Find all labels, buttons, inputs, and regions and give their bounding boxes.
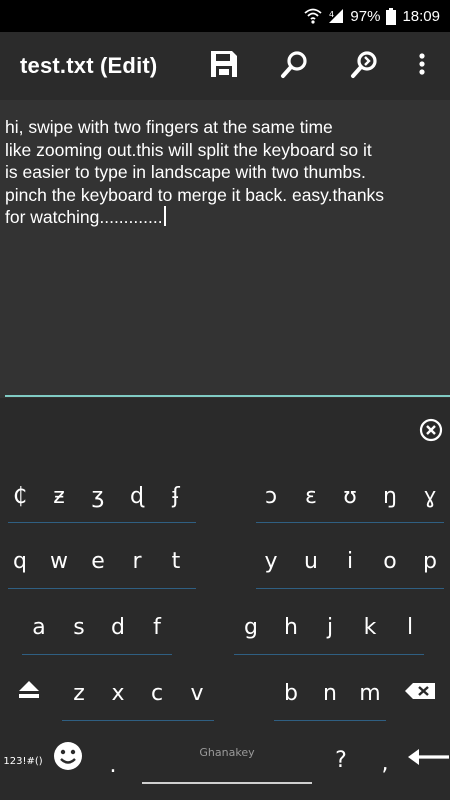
key-special[interactable]: ƶ [39,476,79,516]
space-bar-line [142,782,312,784]
search-icon [280,49,310,84]
key-special[interactable]: ʊ [330,476,370,516]
key-letter[interactable]: q [0,541,40,581]
key-letter[interactable]: h [271,607,311,647]
key-letter[interactable]: u [291,541,331,581]
search-next-icon [350,49,380,84]
close-keyboard-button[interactable] [419,418,443,442]
text-editor[interactable]: hi, swipe with two fingers at the same t… [0,100,450,398]
page-title: test.txt (Edit) [20,53,158,78]
key-letter[interactable]: n [310,673,350,713]
key-special[interactable]: ʄ [156,476,196,516]
status-bar: 4 97% 18:09 [0,0,450,32]
key-special[interactable]: ɖ [117,476,157,516]
key-special[interactable]: ɣ [410,476,450,516]
symbols-key[interactable]: 123!#() [3,741,43,781]
key-row-underline [256,522,444,523]
key-special[interactable]: ₵ [0,476,40,516]
key-letter[interactable]: x [98,673,138,713]
key-letter[interactable]: w [39,541,79,581]
key-letter[interactable]: k [350,607,390,647]
period-key[interactable]: . [93,745,133,785]
emoji-key[interactable] [48,739,88,779]
comma-key[interactable]: , [365,743,405,783]
save-icon [209,49,239,84]
key-row-underline [234,654,424,655]
space-bar-label: Ghanakey [199,746,255,759]
svg-text:4: 4 [329,10,334,19]
key-row-underline [8,522,196,523]
key-letter[interactable]: y [251,541,291,581]
battery-percent: 97% [350,7,381,25]
key-special[interactable]: ɔ [251,476,291,516]
key-letter[interactable]: z [59,673,99,713]
key-letter[interactable]: f [137,607,177,647]
key-row-underline [8,588,196,589]
more-vert-icon [418,52,426,81]
backspace-icon [404,681,436,706]
find-next-button[interactable] [345,46,385,86]
key-letter[interactable]: c [137,673,177,713]
key-letter[interactable]: v [177,673,217,713]
editor-text: hi, swipe with two fingers at the same t… [5,117,385,227]
signal-icon: 4 [328,8,344,24]
search-button[interactable] [275,46,315,86]
key-letter[interactable]: s [59,607,99,647]
key-letter[interactable]: t [156,541,196,581]
battery-icon [386,7,397,25]
key-letter[interactable]: g [231,607,271,647]
shift-icon [18,680,40,706]
save-button[interactable] [204,46,244,86]
key-letter[interactable]: o [370,541,410,581]
space-bar[interactable]: Ghanakey [142,738,312,784]
wifi-icon [304,8,323,24]
key-letter[interactable]: e [78,541,118,581]
close-icon [419,418,443,446]
key-special[interactable]: ʒ [78,476,118,516]
key-letter[interactable]: r [117,541,157,581]
key-letter[interactable]: l [390,607,430,647]
backspace-key[interactable] [400,673,440,713]
app-bar: test.txt (Edit) [0,32,450,100]
question-key[interactable]: ? [321,740,361,780]
key-letter[interactable]: m [350,673,390,713]
key-letter[interactable]: b [271,673,311,713]
key-letter[interactable]: p [410,541,450,581]
key-letter[interactable]: a [19,607,59,647]
clock: 18:09 [402,7,440,25]
more-options-button[interactable] [402,46,442,86]
key-row-underline [62,720,214,721]
smiley-icon [53,741,83,777]
text-cursor [163,206,166,226]
key-letter[interactable]: d [98,607,138,647]
key-row-underline [22,654,172,655]
editor-content[interactable]: hi, swipe with two fingers at the same t… [5,116,445,229]
key-letter[interactable]: j [310,607,350,647]
editor-underline [5,395,450,397]
key-row-underline [274,720,386,721]
enter-arrow-icon [407,745,449,775]
key-special[interactable]: ŋ [370,476,410,516]
key-letter[interactable]: i [330,541,370,581]
key-row-underline [256,588,444,589]
enter-key[interactable] [405,740,450,780]
key-special[interactable]: ɛ [291,476,331,516]
shift-key[interactable] [9,673,49,713]
